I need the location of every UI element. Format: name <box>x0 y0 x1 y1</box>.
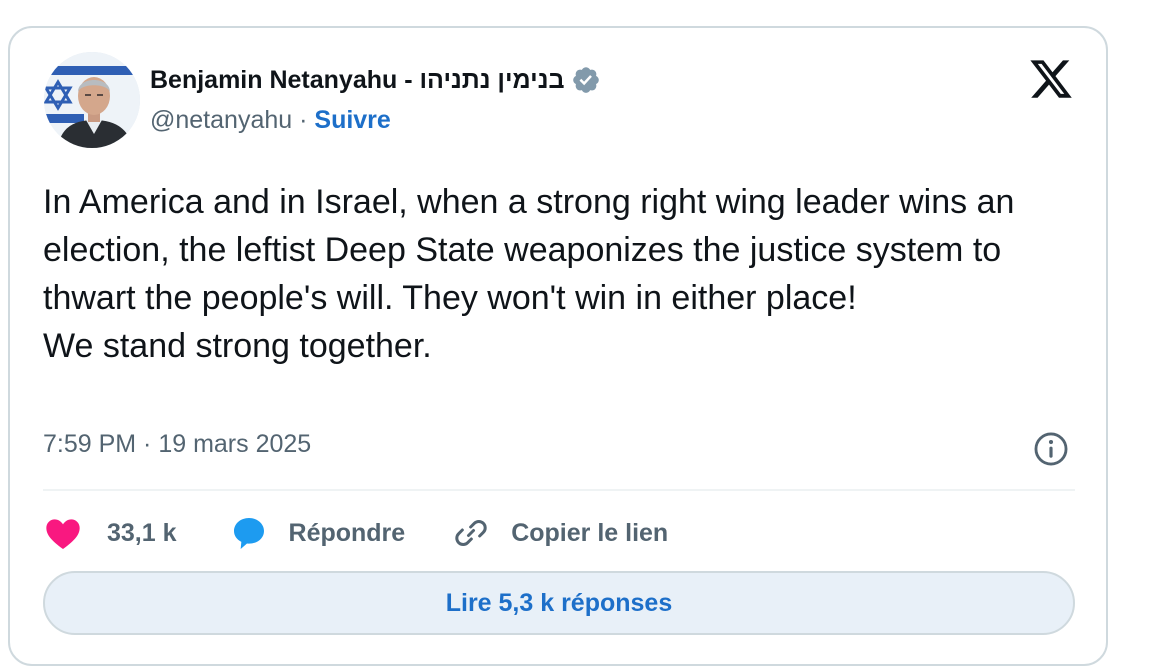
handle-separator: · <box>299 106 308 134</box>
heart-icon <box>43 513 83 553</box>
action-bar: 33,1 k Répondre Copier le lien <box>43 511 668 555</box>
verified-badge-icon <box>571 65 601 95</box>
author-row: Benjamin Netanyahu - בנימין נתניהו <box>150 60 601 100</box>
author-name[interactable]: Benjamin Netanyahu - בנימין נתניהו <box>150 66 565 95</box>
handle-row: @netanyahu · Suivre <box>150 106 391 135</box>
like-button[interactable]: 33,1 k <box>43 513 177 553</box>
avatar-image <box>44 52 140 148</box>
info-icon[interactable] <box>1032 430 1070 468</box>
x-logo-icon[interactable] <box>1028 56 1074 102</box>
tweet-text: In America and in Israel, when a strong … <box>43 178 1083 370</box>
speech-bubble-icon <box>229 513 269 553</box>
reply-label: Répondre <box>288 518 406 547</box>
read-replies-label: Lire 5,3 k réponses <box>445 588 673 617</box>
tweet-text-paragraph-2: We stand strong together. <box>43 327 432 365</box>
author-handle[interactable]: @netanyahu <box>150 106 292 134</box>
copy-link-button[interactable]: Copier le lien <box>451 513 668 553</box>
tweet-text-paragraph-1: In America and in Israel, when a strong … <box>43 183 1015 317</box>
author-avatar[interactable] <box>44 52 140 148</box>
link-icon <box>451 513 491 553</box>
tweet-card: Benjamin Netanyahu - בנימין נתניהו @neta… <box>8 26 1108 666</box>
copy-link-label: Copier le lien <box>511 518 669 547</box>
divider <box>43 489 1075 491</box>
follow-link[interactable]: Suivre <box>314 106 390 134</box>
read-replies-button[interactable]: Lire 5,3 k réponses <box>43 571 1075 635</box>
tweet-timestamp[interactable]: 7:59 PM · 19 mars 2025 <box>43 430 311 459</box>
likes-count: 33,1 k <box>107 518 177 547</box>
reply-button[interactable]: Répondre <box>229 513 406 553</box>
